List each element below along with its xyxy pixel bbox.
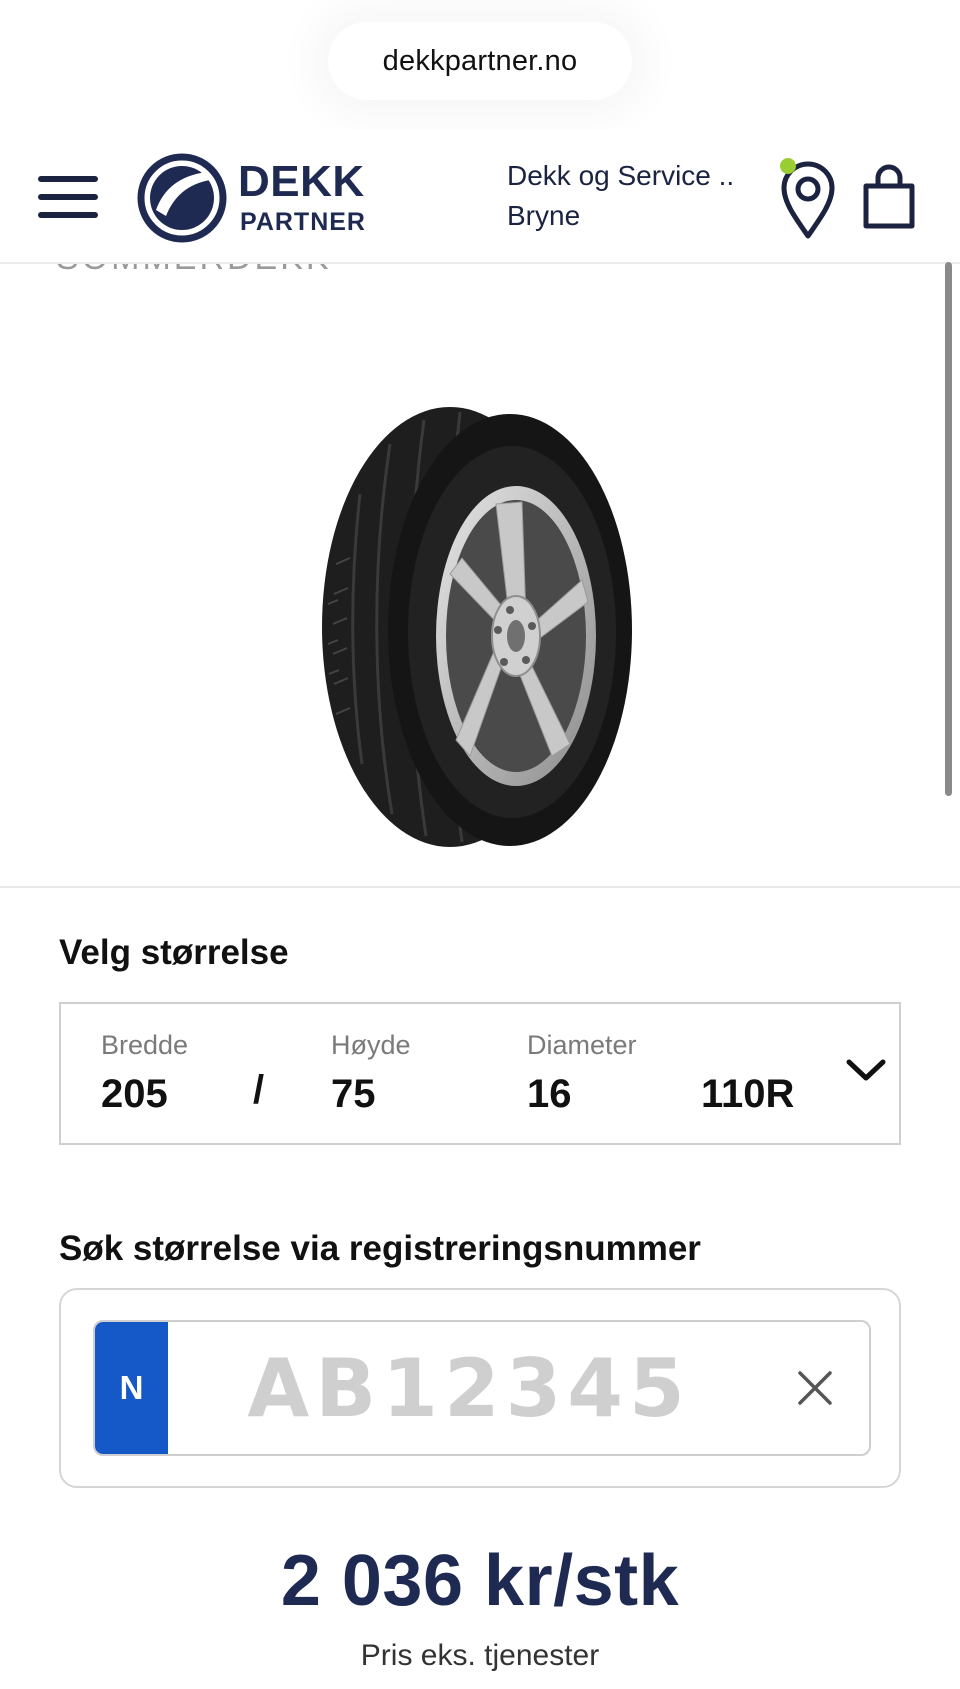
site-header: DEKK PARTNER Dekk og Service .. Bryne [0, 130, 960, 264]
url-text: dekkpartner.no [382, 44, 578, 77]
product-image-section: SOMMERDEKK [0, 264, 960, 888]
product-price: 2 036 kr/stk [280, 1541, 680, 1621]
scrollbar[interactable] [945, 262, 952, 796]
width-field: Bredde 205 [101, 1028, 188, 1120]
load-speed-value: 110R [701, 1072, 795, 1116]
store-city: Bryne [507, 200, 581, 231]
logo-mark-icon [137, 153, 227, 243]
reg-number-input[interactable] [169, 1322, 769, 1454]
location-pin-icon[interactable] [774, 152, 838, 240]
height-label: Høyde [331, 1030, 411, 1060]
country-code-badge: N [95, 1322, 168, 1454]
tyre-image[interactable] [320, 404, 640, 850]
width-value: 205 [101, 1072, 168, 1116]
dekkpartner-logo[interactable]: DEKK PARTNER [136, 152, 376, 244]
price-note: Pris eks. tjenester [360, 1639, 600, 1672]
shopping-bag-icon[interactable] [860, 164, 918, 230]
close-icon[interactable] [797, 1370, 833, 1406]
width-label: Bredde [101, 1030, 189, 1060]
product-category: SOMMERDEKK [56, 264, 332, 278]
logo-text-partner: PARTNER [240, 208, 366, 236]
menu-icon[interactable] [38, 174, 100, 220]
size-separator: / [253, 1068, 265, 1112]
logo-text-dekk: DEKK [238, 157, 365, 206]
browser-chrome: dekkpartner.no [0, 0, 960, 130]
url-bar[interactable]: dekkpartner.no [328, 22, 632, 100]
height-value: 75 [331, 1072, 376, 1116]
diameter-field: Diameter 16 [527, 1028, 637, 1120]
store-name: Dekk og Service .. [507, 160, 735, 191]
location-badge-icon [780, 158, 796, 174]
size-section-title: Velg størrelse [59, 933, 289, 972]
load-speed-field: 110R [701, 1068, 794, 1120]
chevron-down-icon[interactable] [845, 1056, 887, 1084]
license-plate-field[interactable]: N [93, 1320, 871, 1456]
reg-search-box: N [59, 1288, 901, 1488]
selected-store[interactable]: Dekk og Service .. Bryne [507, 156, 757, 236]
diameter-label: Diameter [527, 1030, 637, 1060]
tyre-size-dropdown[interactable]: Bredde 205 / Høyde 75 Diameter 16 110R [59, 1002, 901, 1145]
height-field: Høyde 75 [331, 1028, 411, 1120]
reg-section-title: Søk størrelse via registreringsnummer [59, 1229, 701, 1268]
diameter-value: 16 [527, 1072, 572, 1116]
